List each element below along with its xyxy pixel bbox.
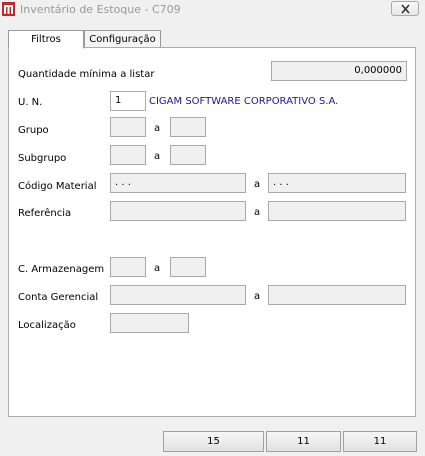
title-bar: Inventário de Estoque - C709 [0,0,425,18]
c-armazenagem-range-sep: a [154,263,161,274]
c-armazenagem-label: C. Armazenagem [18,264,105,275]
subgrupo-range-sep: a [154,151,161,162]
grupo-to-input[interactable] [170,117,206,137]
close-button[interactable] [391,1,419,16]
codigo-material-label: Código Material [18,181,97,192]
tab-configuracao[interactable]: Configuração [84,30,161,48]
un-input[interactable]: 1 [110,91,146,111]
footer-button-2[interactable]: 11 [266,431,341,452]
quantidade-minima-input[interactable]: 0,000000 [271,61,407,81]
conta-gerencial-label: Conta Gerencial [18,292,99,303]
c-armazenagem-to-input[interactable] [170,257,206,277]
codigo-material-range-sep: a [254,179,261,190]
conta-gerencial-from-input[interactable] [110,285,246,305]
referencia-from-input[interactable] [110,201,246,221]
codigo-material-from-input[interactable]: . . . [110,173,246,193]
referencia-to-input[interactable] [268,201,406,221]
tab-filtros[interactable]: Filtros [8,30,84,49]
un-label: U. N. [18,97,43,108]
grupo-label: Grupo [18,125,49,136]
grupo-range-sep: a [154,123,161,134]
window-title: Inventário de Estoque - C709 [20,3,181,16]
subgrupo-from-input[interactable] [110,145,146,165]
localizacao-label: Localização [18,320,76,331]
filters-panel: Quantidade mínima a listar 0,000000 U. N… [8,47,416,417]
subgrupo-to-input[interactable] [170,145,206,165]
grupo-from-input[interactable] [110,117,146,137]
un-description: CIGAM SOFTWARE CORPORATIVO S.A. [149,96,339,107]
quantidade-minima-label: Quantidade mínima a listar [18,69,155,80]
referencia-label: Referência [18,208,72,219]
footer-button-1[interactable]: 15 [163,431,264,452]
app-icon [2,2,15,16]
codigo-material-to-input[interactable]: . . . [268,173,406,193]
conta-gerencial-range-sep: a [254,291,261,302]
localizacao-input[interactable] [110,313,189,333]
close-icon [401,4,410,14]
c-armazenagem-from-input[interactable] [110,257,146,277]
subgrupo-label: Subgrupo [18,153,67,164]
referencia-range-sep: a [254,207,261,218]
conta-gerencial-to-input[interactable] [268,285,406,305]
footer-button-3[interactable]: 11 [343,431,417,452]
